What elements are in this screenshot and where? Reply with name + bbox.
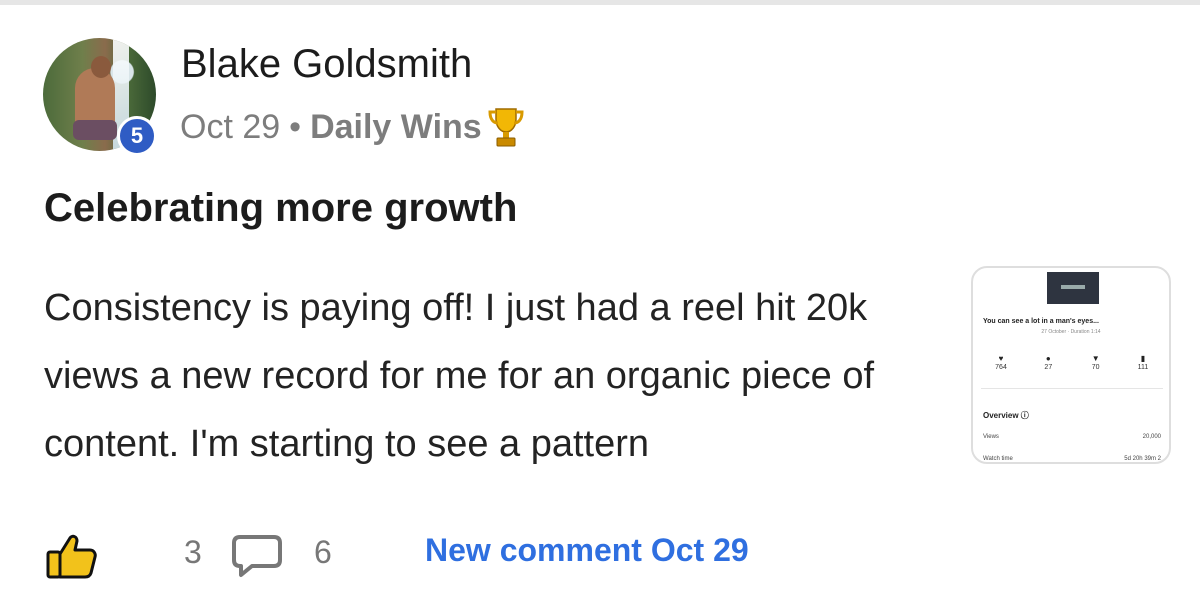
row-value: 20,000 [1142, 434, 1161, 440]
post-title[interactable]: Celebrating more growth [44, 186, 517, 231]
overview-row-watch-time: Watch time 5d 20h 39m 2 [983, 456, 1161, 462]
thumbs-up-icon[interactable] [46, 533, 100, 579]
stat-value: 764 [995, 364, 1007, 371]
attachment-divider [981, 388, 1163, 389]
author-name[interactable]: Blake Goldsmith [181, 42, 472, 87]
stat-comments: ● 27 [1028, 354, 1068, 371]
heart-icon: ♥ [998, 354, 1004, 363]
comment-icon[interactable] [232, 534, 282, 578]
overview-label: Overview ⓘ [983, 411, 1029, 420]
level-badge: 5 [117, 116, 157, 156]
attachment-thumbnail[interactable]: You can see a lot in a man's eyes... 27 … [971, 266, 1171, 464]
row-label: Views [983, 434, 999, 440]
new-comment-link[interactable]: New comment Oct 29 [425, 532, 749, 569]
attachment-subcaption: 27 October · Duration 1:14 [1041, 329, 1101, 335]
comment-icon: ● [1045, 354, 1051, 363]
stat-value: 27 [1044, 364, 1053, 371]
trophy-icon [488, 108, 524, 147]
stat-likes: ♥ 764 [981, 354, 1021, 371]
post-body[interactable]: Consistency is paying off! I just had a … [44, 274, 954, 478]
post-meta: Oct 29 • Daily Wins [180, 105, 526, 149]
post-category[interactable]: Daily Wins [310, 108, 482, 147]
overview-row-views: Views 20,000 [983, 434, 1161, 440]
top-divider [0, 0, 1200, 5]
share-icon: ▼ [1091, 354, 1100, 363]
like-count: 3 [184, 534, 202, 570]
avatar-head [91, 56, 111, 78]
stat-value: 70 [1091, 364, 1100, 371]
meta-separator: • [289, 107, 302, 146]
stat-shares: ▼ 70 [1076, 354, 1116, 371]
post-actions: 3 6 New comment Oct 29 [44, 530, 944, 579]
comment-count: 6 [314, 534, 332, 570]
row-label: Watch time [983, 456, 1013, 462]
attachment-caption: You can see a lot in a man's eyes... [983, 318, 1099, 325]
post-date: Oct 29 [180, 107, 281, 146]
row-value: 5d 20h 39m 2 [1124, 456, 1161, 462]
avatar-shorts [73, 120, 117, 140]
video-thumbnail [1047, 272, 1099, 304]
attachment-stats: ♥ 764 ● 27 ▼ 70 ▮ 111 [981, 354, 1163, 371]
bookmark-icon: ▮ [1140, 354, 1146, 363]
stat-saves: ▮ 111 [1123, 354, 1163, 371]
stat-value: 111 [1137, 364, 1149, 371]
